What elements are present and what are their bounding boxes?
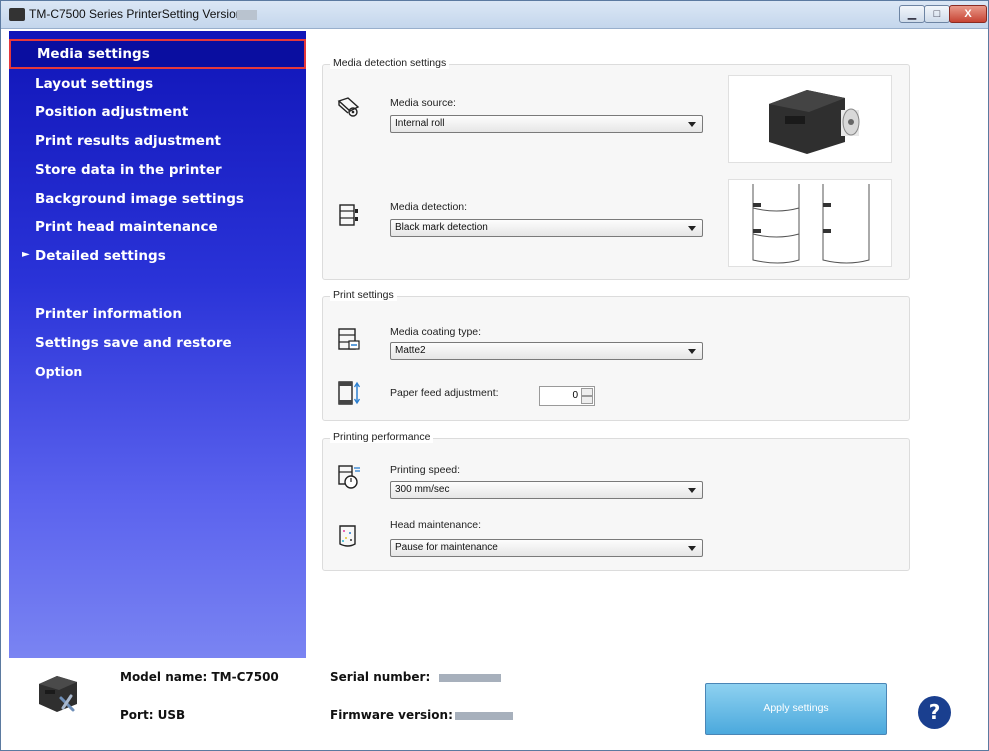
sidebar-item-print-head-maintenance[interactable]: Print head maintenance bbox=[9, 214, 306, 240]
firmware-version-label: Firmware version: bbox=[330, 708, 453, 722]
media-detection-title: Media detection settings bbox=[330, 57, 450, 69]
head-maintenance-label: Head maintenance: bbox=[390, 519, 482, 531]
roll-media-icon bbox=[337, 97, 360, 117]
sidebar-item-settings-save-restore[interactable]: Settings save and restore bbox=[9, 330, 306, 356]
paper-feed-icon bbox=[338, 381, 361, 405]
sidebar-item-media-settings[interactable]: Media settings bbox=[9, 39, 306, 69]
dropdown-arrow-icon bbox=[688, 546, 696, 551]
media-detection-select[interactable]: Black mark detection bbox=[390, 219, 703, 237]
printing-speed-label: Printing speed: bbox=[390, 464, 461, 476]
minimize-button[interactable]: ▁ bbox=[899, 5, 925, 23]
sidebar-item-label: Print results adjustment bbox=[35, 133, 222, 149]
printer-tool-icon bbox=[39, 676, 77, 712]
sidebar-item-printer-information[interactable]: Printer information bbox=[9, 301, 306, 327]
printing-speed-icon bbox=[338, 465, 360, 489]
sidebar-item-label: Store data in the printer bbox=[35, 162, 222, 178]
sidebar-item-background-image[interactable]: Background image settings bbox=[9, 186, 306, 212]
apply-settings-label: Apply settings bbox=[763, 702, 829, 714]
sidebar-item-store-data[interactable]: Store data in the printer bbox=[9, 157, 306, 183]
help-button[interactable]: ? bbox=[918, 696, 951, 729]
version-redacted bbox=[237, 10, 257, 20]
sidebar-item-label: Settings save and restore bbox=[35, 335, 232, 351]
printer-image bbox=[728, 75, 892, 163]
head-maintenance-value: Pause for maintenance bbox=[395, 542, 498, 553]
printer-illustration bbox=[769, 90, 860, 154]
sidebar-item-label: Background image settings bbox=[35, 191, 244, 207]
expand-arrow-icon: ► bbox=[22, 249, 30, 260]
window-title: TM-C7500 Series PrinterSetting Version bbox=[29, 7, 243, 21]
dropdown-arrow-icon bbox=[688, 122, 696, 127]
head-maintenance-select[interactable]: Pause for maintenance bbox=[390, 539, 703, 557]
media-source-value: Internal roll bbox=[395, 118, 445, 129]
port-info: Port: USB bbox=[120, 708, 186, 722]
serial-number-redacted bbox=[439, 674, 501, 682]
title-bar[interactable]: TM-C7500 Series PrinterSetting Version ▁… bbox=[1, 1, 988, 29]
sidebar-item-layout-settings[interactable]: Layout settings bbox=[9, 71, 306, 97]
serial-number-label: Serial number: bbox=[330, 670, 431, 684]
sidebar-nav: Media settings Layout settings Position … bbox=[9, 31, 306, 658]
sidebar-item-label: Detailed settings bbox=[35, 248, 166, 264]
sidebar-item-label: Media settings bbox=[37, 46, 150, 62]
paper-feed-stepper[interactable]: 0 bbox=[539, 386, 595, 406]
print-settings-title: Print settings bbox=[330, 289, 397, 301]
media-source-select[interactable]: Internal roll bbox=[390, 115, 703, 133]
app-window: TM-C7500 Series PrinterSetting Version ▁… bbox=[0, 0, 989, 751]
sidebar-item-print-results-adjustment[interactable]: Print results adjustment bbox=[9, 128, 306, 154]
model-name: Model name: TM-C7500 bbox=[120, 670, 279, 684]
dropdown-arrow-icon bbox=[688, 349, 696, 354]
main-panel: Media detection settings Media source: I… bbox=[306, 31, 988, 658]
close-button[interactable]: X bbox=[949, 5, 987, 23]
media-detection-value: Black mark detection bbox=[395, 222, 488, 233]
firmware-version-redacted bbox=[455, 712, 513, 720]
printing-speed-select[interactable]: 300 mm/sec bbox=[390, 481, 703, 499]
coating-type-select[interactable]: Matte2 bbox=[390, 342, 703, 360]
media-detection-label: Media detection: bbox=[390, 201, 468, 213]
footer-bar: Model name: TM-C7500 Port: USB Serial nu… bbox=[9, 658, 988, 750]
printer-app-icon bbox=[9, 8, 25, 21]
sidebar-item-label: Option bbox=[35, 364, 83, 379]
sidebar-item-detailed-settings[interactable]: ► Detailed settings bbox=[9, 243, 306, 269]
media-coating-icon bbox=[338, 328, 360, 350]
sidebar-item-position-adjustment[interactable]: Position adjustment bbox=[9, 99, 306, 125]
minimize-icon: ▁ bbox=[907, 8, 917, 20]
media-detection-icon bbox=[339, 204, 358, 226]
paper-feed-label: Paper feed adjustment: bbox=[390, 387, 499, 399]
printing-speed-value: 300 mm/sec bbox=[395, 484, 450, 495]
coating-type-label: Media coating type: bbox=[390, 326, 482, 338]
sidebar-item-label: Print head maintenance bbox=[35, 219, 218, 235]
black-mark-image bbox=[728, 179, 892, 267]
paper-feed-value: 0 bbox=[572, 390, 578, 401]
printing-performance-title: Printing performance bbox=[330, 431, 434, 443]
sidebar-item-label: Printer information bbox=[35, 306, 182, 322]
sidebar-item-label: Position adjustment bbox=[35, 104, 189, 120]
help-icon: ? bbox=[928, 700, 941, 724]
decrement-arrow-icon[interactable] bbox=[581, 396, 593, 404]
maximize-icon: □ bbox=[933, 8, 941, 20]
sidebar-item-option[interactable]: Option bbox=[9, 359, 306, 385]
sidebar-item-label: Layout settings bbox=[35, 76, 154, 92]
close-icon: X bbox=[964, 8, 972, 20]
apply-settings-button[interactable]: Apply settings bbox=[705, 683, 887, 735]
head-maintenance-icon bbox=[339, 525, 356, 547]
media-source-label: Media source: bbox=[390, 97, 456, 109]
increment-arrow-icon[interactable] bbox=[581, 388, 593, 396]
coating-type-value: Matte2 bbox=[395, 345, 426, 356]
black-mark-illustration bbox=[752, 184, 870, 264]
dropdown-arrow-icon bbox=[688, 226, 696, 231]
maximize-button[interactable]: □ bbox=[924, 5, 950, 23]
dropdown-arrow-icon bbox=[688, 488, 696, 493]
